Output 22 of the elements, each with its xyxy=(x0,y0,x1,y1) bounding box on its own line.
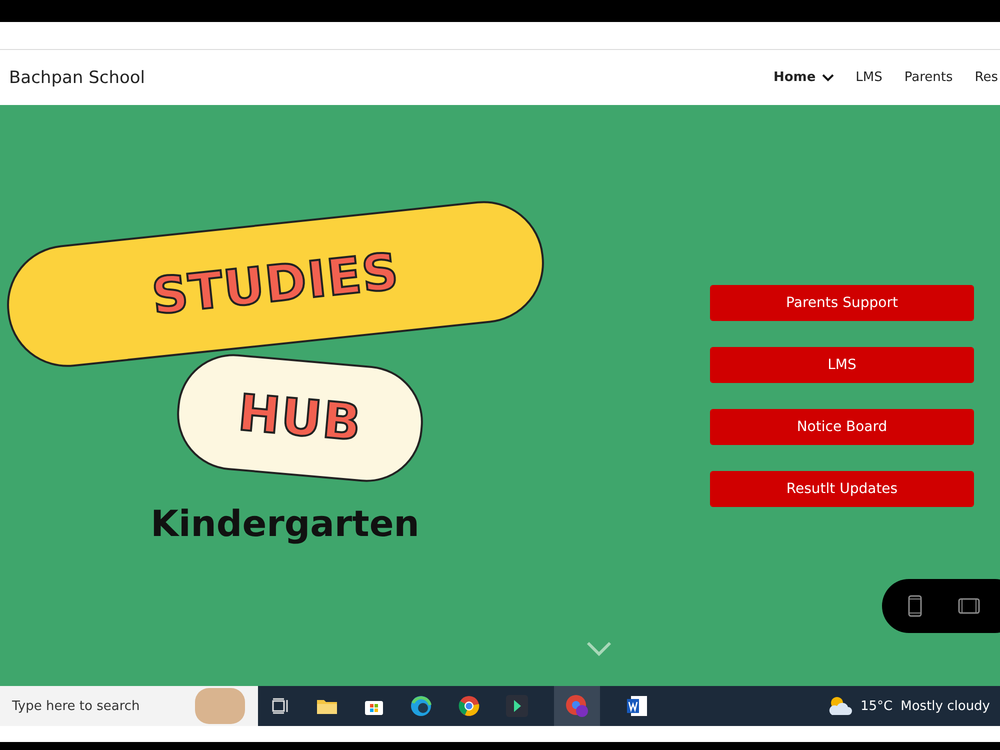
temperature-text[interactable]: 15°C xyxy=(860,698,893,714)
app-icon[interactable] xyxy=(506,695,528,717)
illustration-placeholder xyxy=(195,688,245,724)
nav-link[interactable]: LMS xyxy=(856,70,882,85)
browser-icon[interactable] xyxy=(458,695,480,717)
task-view-icon[interactable] xyxy=(272,698,290,714)
tablet-icon[interactable] xyxy=(958,598,980,614)
site-title[interactable]: Bachpan School xyxy=(9,68,146,88)
folder-icon[interactable] xyxy=(316,697,338,715)
link-button[interactable]: Resutlt Updates xyxy=(710,471,974,507)
link-button[interactable]: LMS xyxy=(710,347,974,383)
hero-subtitle: Kindergarten xyxy=(150,504,420,545)
nav-link[interactable]: Parents xyxy=(904,70,953,85)
phone-icon[interactable] xyxy=(908,595,922,617)
link-button[interactable]: Notice Board xyxy=(710,409,974,445)
nav-link[interactable]: Home xyxy=(773,70,834,85)
browser-icon[interactable] xyxy=(410,695,432,717)
link-button[interactable]: Parents Support xyxy=(710,285,974,321)
nav-link[interactable]: Res xyxy=(974,70,998,85)
cloud-sun-icon[interactable] xyxy=(826,695,852,717)
weather-text[interactable]: Mostly cloudy xyxy=(900,698,990,714)
document-icon[interactable] xyxy=(626,695,648,717)
